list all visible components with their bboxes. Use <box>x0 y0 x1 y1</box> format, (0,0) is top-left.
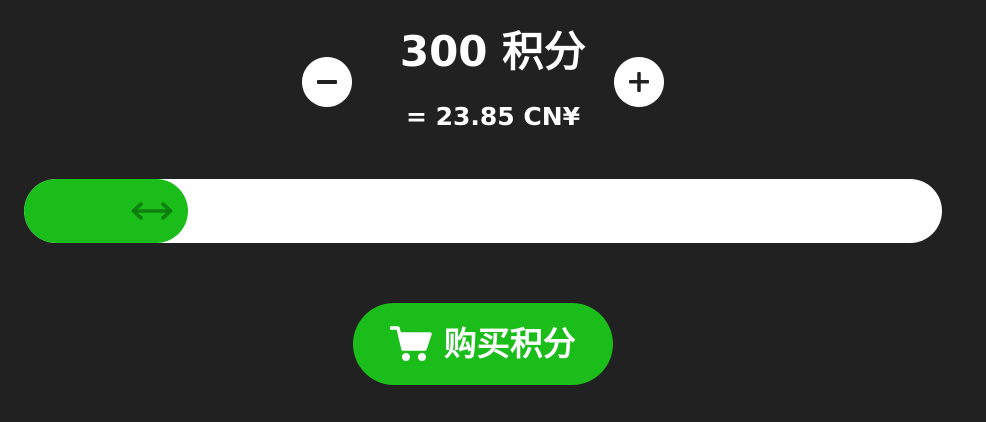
slider-fill <box>24 179 189 243</box>
slider-handle[interactable] <box>130 196 174 226</box>
buy-button-label: 购买积分 <box>444 324 576 363</box>
shopping-cart-icon <box>390 325 432 363</box>
buy-points-button[interactable]: 购买积分 <box>353 303 613 385</box>
points-amount: 300 积分 <box>399 27 587 76</box>
minus-icon <box>317 80 337 84</box>
plus-icon <box>629 72 649 92</box>
price-label: = 23.85 CN¥ <box>405 102 581 131</box>
points-slider[interactable] <box>24 179 942 243</box>
left-right-arrow-icon <box>132 202 173 220</box>
